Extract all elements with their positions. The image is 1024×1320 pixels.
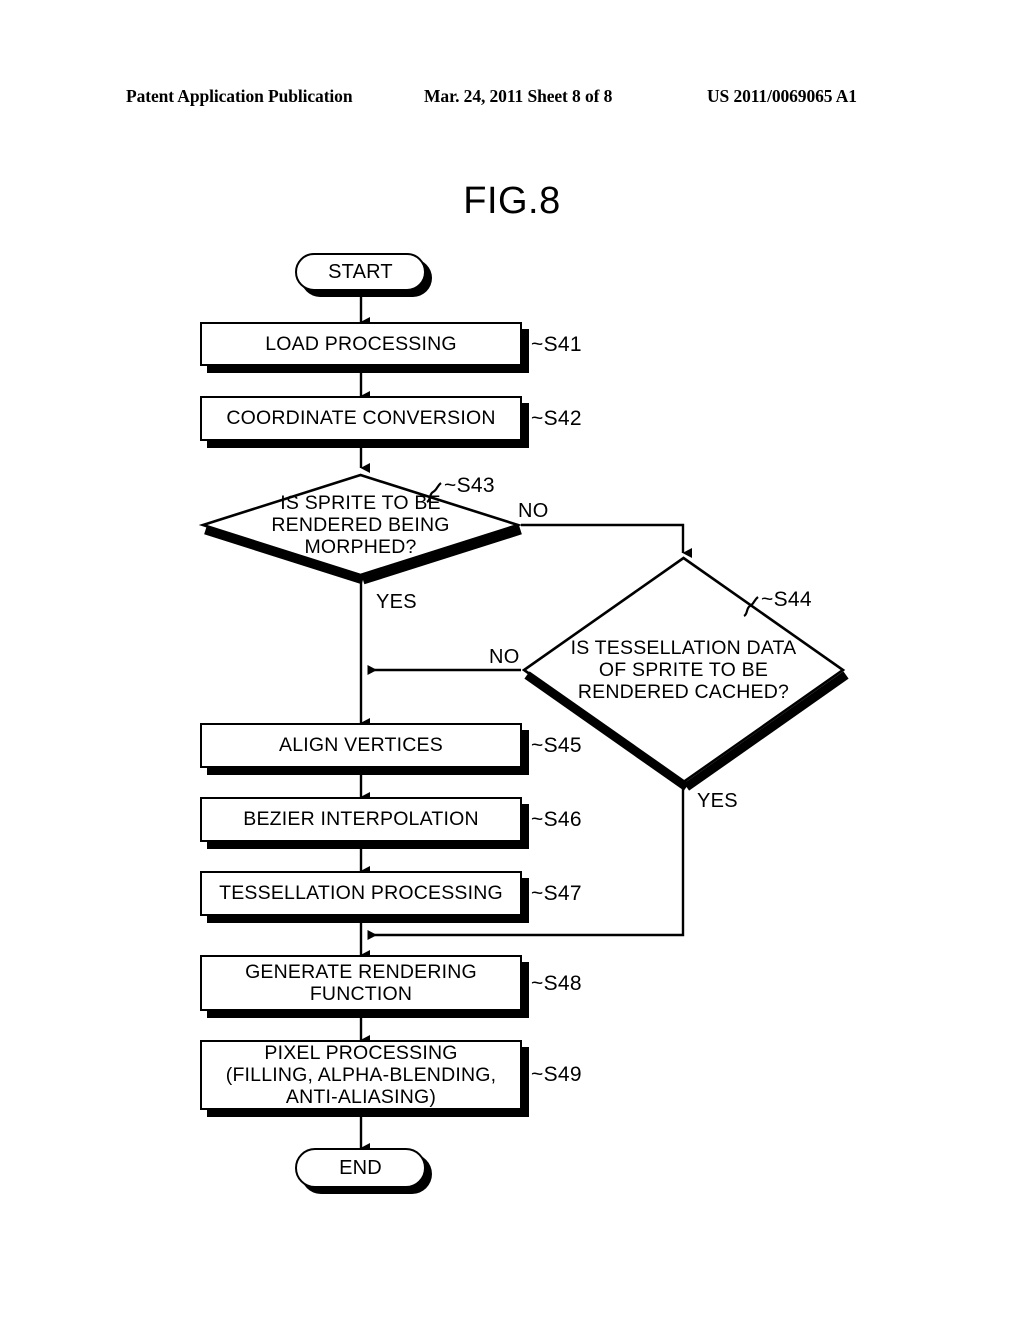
process-s49-line2: (FILLING, ALPHA-BLENDING, <box>225 1063 497 1086</box>
publication-header-right: US 2011/0069065 A1 <box>707 86 857 106</box>
terminator-end[interactable]: END <box>295 1148 426 1188</box>
process-s48-line2: FUNCTION <box>309 983 413 1005</box>
step-ref-s47: ~S47 <box>531 882 582 905</box>
publication-header: Patent Application Publication Mar. 24, … <box>0 86 1024 112</box>
terminator-start[interactable]: START <box>295 253 426 291</box>
branch-label-s43-no: NO <box>518 500 549 522</box>
step-ref-s43: ~S43 <box>444 474 495 497</box>
branch-label-s43-yes: YES <box>376 591 417 613</box>
process-s49-line1: PIXEL PROCESSING <box>264 1041 458 1064</box>
step-ref-s46: ~S46 <box>531 808 582 831</box>
process-generate-rendering-function-label: GENERATE RENDERING FUNCTION <box>245 961 477 1005</box>
connector-s43-no-to-s44 <box>521 523 692 558</box>
publication-header-left: Patent Application Publication <box>126 86 353 106</box>
process-generate-rendering-function[interactable]: GENERATE RENDERING FUNCTION <box>200 955 522 1011</box>
process-tessellation-processing-label: TESSELLATION PROCESSING <box>219 882 503 905</box>
process-align-vertices[interactable]: ALIGN VERTICES <box>200 723 522 768</box>
process-coordinate-conversion[interactable]: COORDINATE CONVERSION <box>200 396 522 441</box>
process-pixel-processing-label: PIXEL PROCESSING (FILLING, ALPHA-BLENDIN… <box>226 1042 497 1108</box>
process-bezier-interpolation-label: BEZIER INTERPOLATION <box>243 808 479 831</box>
figure-title: FIG.8 <box>463 180 561 222</box>
step-ref-s49: ~S49 <box>531 1063 582 1086</box>
process-bezier-interpolation[interactable]: BEZIER INTERPOLATION <box>200 797 522 842</box>
step-ref-s41: ~S41 <box>531 333 582 356</box>
step-ref-s48: ~S48 <box>531 972 582 995</box>
step-ref-s42: ~S42 <box>531 407 582 430</box>
branch-label-s44-no: NO <box>489 646 520 668</box>
process-load-processing[interactable]: LOAD PROCESSING <box>200 322 522 366</box>
process-coordinate-conversion-label: COORDINATE CONVERSION <box>226 407 496 430</box>
process-load-processing-label: LOAD PROCESSING <box>265 332 457 355</box>
terminator-end-label: END <box>339 1156 382 1179</box>
process-pixel-processing[interactable]: PIXEL PROCESSING (FILLING, ALPHA-BLENDIN… <box>200 1040 522 1110</box>
branch-label-s44-yes: YES <box>697 790 738 812</box>
terminator-start-label: START <box>328 260 393 283</box>
process-s49-line3: ANTI-ALIASING) <box>285 1086 437 1109</box>
process-tessellation-processing[interactable]: TESSELLATION PROCESSING <box>200 871 522 916</box>
process-align-vertices-label: ALIGN VERTICES <box>279 734 443 757</box>
step-ref-s44: ~S44 <box>761 588 812 611</box>
process-s48-line1: GENERATE RENDERING <box>245 960 477 983</box>
publication-header-center: Mar. 24, 2011 Sheet 8 of 8 <box>424 86 613 106</box>
step-ref-s45: ~S45 <box>531 734 582 757</box>
